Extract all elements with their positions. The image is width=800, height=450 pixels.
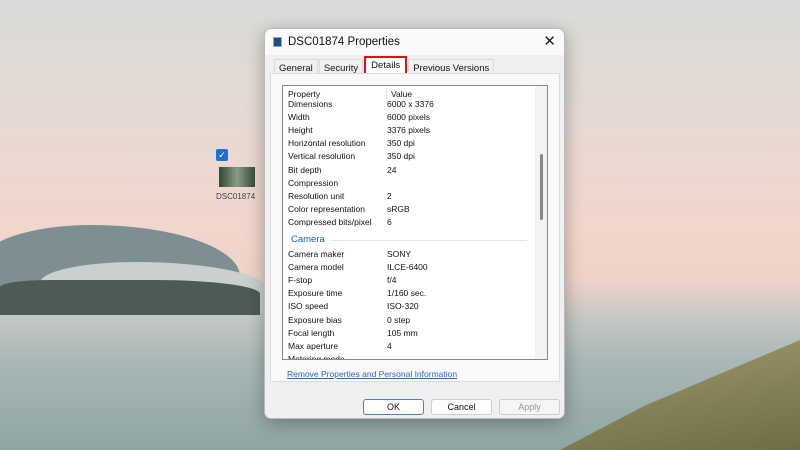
property-name: Compression — [288, 177, 339, 188]
property-name: Max aperture — [288, 340, 339, 351]
property-name: Dimensions — [288, 99, 333, 109]
section-divider — [331, 240, 527, 241]
property-row[interactable]: Resolution unit 2 — [288, 191, 392, 201]
property-value: SONY — [387, 249, 412, 259]
property-row[interactable]: Metering mode — [288, 353, 387, 360]
property-row[interactable]: Compression — [288, 178, 387, 188]
apply-button[interactable]: Apply — [499, 399, 560, 415]
column-header-property[interactable]: Property — [288, 89, 387, 99]
dialog-title: DSC01874 Properties — [288, 36, 400, 48]
property-value: 350 dpi — [387, 151, 415, 162]
property-list[interactable]: Property Value Dimensions 6000 x 3376 Widt… — [282, 85, 548, 360]
property-name: Focal length — [288, 327, 335, 338]
property-row[interactable]: Max aperture 4 — [288, 341, 392, 351]
property-name: Camera model — [288, 262, 344, 273]
property-name: Resolution unit — [288, 190, 345, 201]
cancel-button[interactable]: Cancel — [431, 399, 492, 415]
file-icon — [273, 37, 282, 47]
property-row[interactable]: Focal length 105 mm — [288, 328, 418, 338]
property-value: f/4 — [387, 275, 397, 286]
scrollbar[interactable] — [535, 86, 547, 359]
property-value: 105 mm — [387, 327, 418, 338]
background-trees — [0, 280, 260, 315]
list-header: Property Value — [288, 89, 412, 99]
property-row[interactable]: Horizontal resolution 350 dpi — [288, 138, 415, 148]
property-value: 1/160 sec. — [387, 288, 427, 299]
property-row[interactable]: Compressed bits/pixel 6 — [288, 217, 392, 227]
property-name: Width — [288, 112, 310, 123]
desktop-icon-label: DSC01874 — [216, 192, 256, 201]
property-row[interactable]: Width 6000 pixels — [288, 112, 430, 122]
property-value: sRGB — [387, 203, 410, 214]
property-name: Color representation — [288, 203, 366, 214]
property-name: Exposure time — [288, 288, 343, 299]
desktop-file-icon[interactable]: ✓ DSC01874 — [216, 149, 260, 201]
property-name: ISO speed — [288, 301, 329, 312]
column-header-value[interactable]: Value — [387, 89, 412, 99]
property-name: Compressed bits/pixel — [288, 216, 372, 227]
property-row[interactable]: Camera model ILCE-6400 — [288, 262, 428, 272]
property-value: 6000 pixels — [387, 112, 431, 123]
property-name: Metering mode — [288, 353, 345, 360]
property-row[interactable]: Vertical resolution 350 dpi — [288, 151, 415, 161]
property-row[interactable]: Bit depth 24 — [288, 165, 396, 175]
property-row[interactable]: Color representation sRGB — [288, 204, 410, 214]
property-value: 3376 pixels — [387, 125, 431, 136]
property-value: 350 dpi — [387, 138, 415, 149]
property-name: Horizontal resolution — [288, 138, 366, 149]
property-value: 2 — [387, 190, 392, 201]
property-value: ISO-320 — [387, 301, 419, 312]
property-name: F-stop — [288, 275, 313, 286]
property-row[interactable]: Camera maker SONY — [288, 249, 411, 259]
property-row[interactable]: Height 3376 pixels — [288, 125, 430, 135]
image-thumbnail — [219, 167, 255, 187]
properties-dialog: DSC01874 Properties ✕ General Security D… — [264, 28, 565, 419]
title-bar: DSC01874 Properties — [265, 29, 564, 55]
close-icon[interactable]: ✕ — [543, 32, 556, 50]
property-row[interactable]: F-stop f/4 — [288, 275, 396, 285]
section-camera: Camera — [291, 234, 325, 245]
property-row[interactable]: ISO speed ISO-320 — [288, 301, 419, 311]
property-name: Vertical resolution — [288, 151, 356, 162]
property-row[interactable]: Exposure bias 0 step — [288, 315, 410, 325]
property-name: Camera maker — [288, 249, 345, 259]
checkbox-icon[interactable]: ✓ — [216, 149, 228, 161]
remove-properties-link[interactable]: Remove Properties and Personal Informati… — [287, 369, 457, 379]
property-value: 4 — [387, 340, 392, 351]
scrollbar-thumb[interactable] — [540, 154, 543, 220]
property-row[interactable]: Dimensions 6000 x 3376 — [288, 99, 434, 109]
property-value: 0 step — [387, 314, 411, 325]
property-value: 24 — [387, 164, 397, 175]
property-value: ILCE-6400 — [387, 262, 428, 273]
property-row[interactable]: Exposure time 1/160 sec. — [288, 288, 426, 298]
property-value: 6 — [387, 216, 392, 227]
property-value: 6000 x 3376 — [387, 99, 434, 109]
details-page: Property Value Dimensions 6000 x 3376 Widt… — [270, 73, 560, 382]
ok-button[interactable]: OK — [363, 399, 424, 415]
property-name: Bit depth — [288, 164, 322, 175]
background-shore — [560, 340, 800, 450]
property-name: Height — [288, 125, 313, 136]
property-name: Exposure bias — [288, 314, 342, 325]
